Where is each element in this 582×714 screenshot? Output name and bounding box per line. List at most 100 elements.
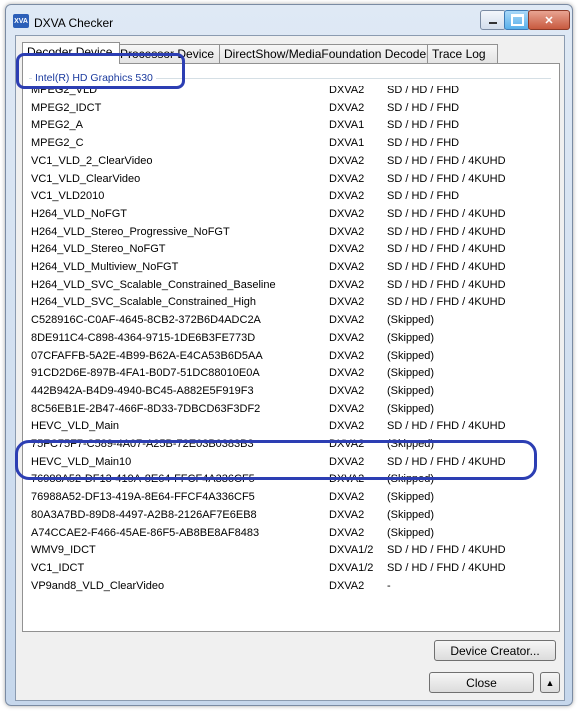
close-button[interactable]: Close <box>429 672 534 693</box>
decoder-resolutions: SD / HD / FHD <box>387 137 460 150</box>
decoder-name: VC1_VLD_2_ClearVideo <box>31 154 153 167</box>
decoder-row[interactable]: H264_VLD_SVC_Scalable_Constrained_High DX… <box>31 294 551 312</box>
decoder-name: 8C56EB1E-2B47-466F-8D33-7DBCD63F3DF2 <box>31 402 261 415</box>
tab-trace-log[interactable]: Trace Log <box>427 44 498 63</box>
decoder-row[interactable]: 76988A52-DF13-419A-8E64-FFCF4A336CF5 DXVA… <box>31 489 551 507</box>
decoder-resolutions: (Skipped) <box>387 438 435 450</box>
decoder-row[interactable]: 80A3A7BD-89D8-4497-A2B8-2126AF7E6EB8 DXVA… <box>31 507 551 525</box>
decoder-name: 8DE911C4-C898-4364-9715-1DE6B3FE773D <box>31 331 256 344</box>
decoder-name: VP9and8_VLD_ClearVideo <box>31 579 165 592</box>
decoder-resolutions: SD / HD / FHD / 4KUHD <box>387 420 506 433</box>
decoder-row[interactable]: H264_VLD_Stereo_Progressive_NoFGT DXVA2 SD… <box>31 224 551 242</box>
decoder-api: DXVA2 <box>329 331 365 344</box>
decoder-resolutions: SD / HD / FHD / 4KUHD <box>387 261 506 273</box>
decoder-name: MPEG2_IDCT <box>31 101 102 114</box>
decoder-api: DXVA2 <box>329 172 365 185</box>
decoder-api: DXVA1/2 <box>329 544 374 557</box>
decoder-resolutions: (Skipped) <box>387 473 435 486</box>
decoder-row[interactable]: WMV9_IDCT DXVA1/2 SD / HD / FHD / 4KUHD <box>31 542 551 560</box>
title-bar[interactable]: XVA DXVA Checker ✕ <box>6 5 572 35</box>
decoder-row[interactable]: HEVC_VLD_Main DXVA2 SD / HD / FHD / 4KUHD <box>31 418 551 436</box>
decoder-row[interactable]: MPEG2_VLD DXVA2 SD / HD / FHD <box>31 86 551 100</box>
decoder-resolutions: SD / HD / FHD / 4KUHD <box>387 561 506 574</box>
decoder-resolutions: (Skipped) <box>387 314 435 327</box>
decoder-name: HEVC_VLD_Main <box>31 420 120 433</box>
decoder-row[interactable]: H264_VLD_Stereo_NoFGT DXVA2 SD / HD / FHD … <box>31 241 551 259</box>
expand-button[interactable]: ▲ <box>540 672 560 693</box>
close-icon: ✕ <box>544 14 554 27</box>
decoder-api: DXVA1/2 <box>329 561 374 574</box>
device-creator-button[interactable]: Device Creator... <box>434 640 556 661</box>
close-window-button[interactable]: ✕ <box>528 10 570 30</box>
decoder-row[interactable]: VC1_VLD_ClearVideo DXVA2 SD / HD / FHD / 4… <box>31 171 551 189</box>
decoder-resolutions: SD / HD / FHD / 4KUHD <box>387 225 506 238</box>
decoder-api: DXVA2 <box>329 225 365 238</box>
decoder-row[interactable]: VC1_IDCT DXVA1/2 SD / HD / FHD / 4KUHD <box>31 560 551 578</box>
decoder-resolutions: - <box>387 579 391 592</box>
decoder-name: H264_VLD_SVC_Scalable_Constrained_Baseli… <box>31 278 276 291</box>
decoder-row[interactable]: VC1_VLD_2_ClearVideo DXVA2 SD / HD / FHD /… <box>31 153 551 171</box>
decoder-api: DXVA2 <box>329 349 365 362</box>
decoder-name: H264_VLD_Stereo_Progressive_NoFGT <box>31 225 230 238</box>
gpu-group-label[interactable]: Intel(R) HD Graphics 530 <box>32 72 156 84</box>
decoder-api: DXVA2 <box>329 314 365 327</box>
decoder-name: HEVC_VLD_Main10 <box>31 455 132 468</box>
decoder-row[interactable]: VC1_VLD2010 DXVA2 SD / HD / FHD <box>31 188 551 206</box>
decoder-row[interactable]: 91CD2D6E-897B-4FA1-B0D7-51DC88010E0A DXVA… <box>31 365 551 383</box>
decoder-api: DXVA2 <box>329 101 365 114</box>
decoder-api: DXVA1 <box>329 137 365 150</box>
decoder-row[interactable]: 76988A52-DF13-419A-8E64-FFCF4A336CF5 DXVA… <box>31 471 551 489</box>
decoder-row[interactable]: 442B942A-B4D9-4940-BC45-A882E5F919F3 DXVA… <box>31 383 551 401</box>
dxva-checker-window: XVA DXVA Checker ✕ Decoder Device Proces… <box>5 4 573 706</box>
decoder-row[interactable]: HEVC_VLD_Main10 DXVA2 SD / HD / FHD / 4KUH… <box>31 454 551 472</box>
app-icon: XVA <box>13 14 29 28</box>
decoder-api: DXVA2 <box>329 243 365 256</box>
decoder-api: DXVA2 <box>329 384 365 397</box>
decoder-name: 75FC75F7-C589-4A07-A25B-72E03B0383B3 <box>31 438 254 450</box>
decoder-name: 80A3A7BD-89D8-4497-A2B8-2126AF7E6EB8 <box>31 508 257 521</box>
decoder-resolutions: SD / HD / FHD / 4KUHD <box>387 278 506 291</box>
decoder-api: DXVA2 <box>329 455 365 468</box>
decoder-api: DXVA2 <box>329 438 365 450</box>
decoder-device-panel: Intel(R) HD Graphics 530 MPEG2_VLD DXVA2 S… <box>22 63 560 632</box>
maximize-button[interactable] <box>504 10 530 30</box>
minimize-icon <box>489 22 497 24</box>
decoder-row[interactable]: MPEG2_A DXVA1 SD / HD / FHD <box>31 117 551 135</box>
decoder-name: H264_VLD_SVC_Scalable_Constrained_High <box>31 296 257 309</box>
decoder-row[interactable]: C528916C-C0AF-4645-8CB2-372B6D4ADC2A DXVA… <box>31 312 551 330</box>
decoder-row[interactable]: 8C56EB1E-2B47-466F-8D33-7DBCD63F3DF2 DXVA… <box>31 401 551 419</box>
decoder-api: DXVA2 <box>329 154 365 167</box>
decoder-row[interactable]: MPEG2_C DXVA1 SD / HD / FHD <box>31 135 551 153</box>
decoder-row[interactable]: H264_VLD_SVC_Scalable_Constrained_Baseli… <box>31 277 551 295</box>
decoder-resolutions: (Skipped) <box>387 384 435 397</box>
decoder-name: MPEG2_VLD <box>31 86 98 96</box>
window-title: DXVA Checker <box>34 16 114 30</box>
decoder-row[interactable]: VP9and8_VLD_ClearVideo DXVA2 - <box>31 578 551 596</box>
decoder-resolutions: (Skipped) <box>387 526 435 539</box>
decoder-row[interactable]: 75FC75F7-C589-4A07-A25B-72E03B0383B3 DXVA… <box>31 436 551 454</box>
decoder-name: 07CFAFFB-5A2E-4B99-B62A-E4CA53B6D5AA <box>31 349 263 362</box>
decoder-row[interactable]: H264_VLD_NoFGT DXVA2 SD / HD / FHD / 4KUHD <box>31 206 551 224</box>
tab-decoder-device[interactable]: Decoder Device <box>22 42 120 64</box>
tab-directshow-mediafoundation-decoder[interactable]: DirectShow/MediaFoundation Decoder <box>219 44 432 63</box>
decoder-row[interactable]: 07CFAFFB-5A2E-4B99-B62A-E4CA53B6D5AA DXVA… <box>31 348 551 366</box>
decoder-api: DXVA2 <box>329 190 365 203</box>
decoder-api: DXVA2 <box>329 491 365 504</box>
decoder-row[interactable]: A74CCAE2-F466-45AE-86F5-AB8BE8AF8483 DXVA… <box>31 525 551 543</box>
decoder-name: VC1_IDCT <box>31 561 85 574</box>
decoder-row[interactable]: H264_VLD_Multiview_NoFGT DXVA2 SD / HD / F… <box>31 259 551 277</box>
decoder-name: MPEG2_C <box>31 137 84 150</box>
decoder-list[interactable]: MPEG2_VLD DXVA2 SD / HD / FHD MPEG2_IDCT DXV… <box>31 86 551 626</box>
maximize-icon <box>510 14 524 26</box>
decoder-resolutions: SD / HD / FHD <box>387 86 460 96</box>
tab-processor-device[interactable]: Processor Device <box>115 44 221 63</box>
decoder-api: DXVA2 <box>329 261 365 273</box>
decoder-api: DXVA2 <box>329 526 365 539</box>
minimize-button[interactable] <box>480 10 506 30</box>
decoder-name: WMV9_IDCT <box>31 544 96 557</box>
decoder-name: H264_VLD_Multiview_NoFGT <box>31 261 179 273</box>
decoder-row[interactable]: MPEG2_IDCT DXVA2 SD / HD / FHD <box>31 100 551 118</box>
decoder-row[interactable]: 8DE911C4-C898-4364-9715-1DE6B3FE773D DXVA… <box>31 330 551 348</box>
decoder-api: DXVA2 <box>329 367 365 380</box>
decoder-api: DXVA2 <box>329 579 365 592</box>
